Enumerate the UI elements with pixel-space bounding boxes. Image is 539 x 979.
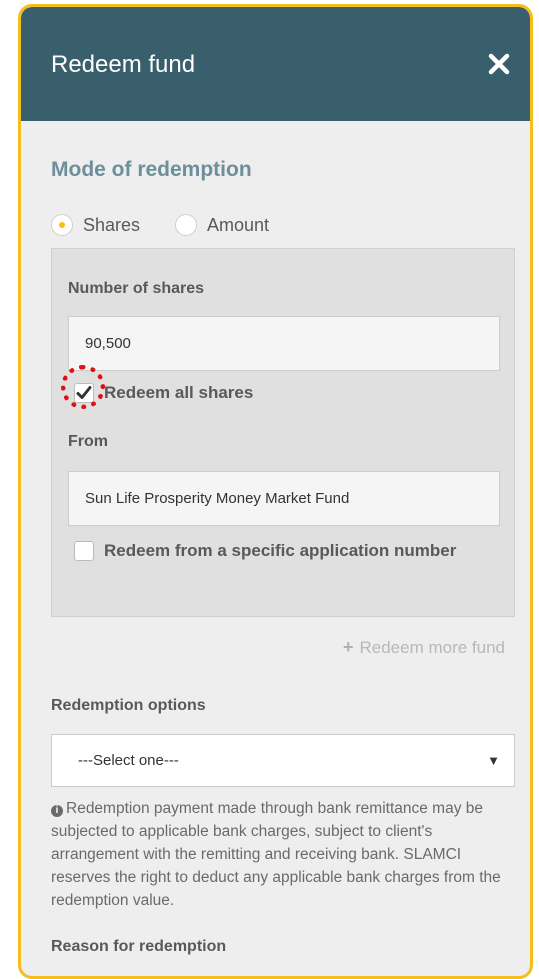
plus-icon: + (342, 637, 354, 657)
from-label: From (68, 433, 108, 450)
redemption-options-select[interactable]: ---Select one--- ▼ (51, 734, 515, 787)
redeem-specific-app-label: Redeem from a specific application numbe… (104, 541, 457, 560)
redeem-all-shares-checkbox[interactable] (74, 383, 94, 403)
redeem-more-fund-link[interactable]: + Redeem more fund (343, 637, 505, 658)
redeem-all-shares-label: Redeem all shares (104, 383, 254, 402)
radio-shares-circle[interactable] (51, 214, 73, 236)
number-of-shares-label: Number of shares (68, 280, 205, 297)
close-button[interactable] (486, 51, 512, 77)
redemption-options-value: ---Select one--- (78, 752, 179, 769)
bank-charges-note-text: Redemption payment made through bank rem… (51, 800, 501, 909)
number-of-shares-input[interactable]: 90,500 (68, 316, 500, 371)
redeem-more-fund-label: Redeem more fund (359, 637, 505, 657)
panel-header: Redeem fund (21, 7, 530, 121)
from-fund-field[interactable]: Sun Life Prosperity Money Market Fund (68, 471, 500, 526)
redemption-options-label: Redemption options (51, 697, 206, 714)
redeem-fund-panel: Redeem fund Mode of redemption Shares Am… (18, 4, 533, 979)
checkmark-icon (76, 386, 92, 399)
radio-amount-circle[interactable] (175, 214, 197, 236)
reason-for-redemption-label: Reason for redemption (51, 938, 227, 955)
mode-of-redemption-title: Mode of redemption (51, 158, 252, 181)
caret-down-icon: ▼ (487, 753, 500, 768)
radio-amount-label: Amount (207, 214, 270, 235)
radio-shares[interactable]: Shares (51, 214, 140, 236)
radio-selected-dot (59, 222, 65, 228)
shares-section: Number of shares 90,500 Redeem all share… (51, 248, 515, 617)
close-icon (488, 53, 510, 75)
radio-amount[interactable]: Amount (175, 214, 269, 236)
panel-title: Redeem fund (51, 51, 196, 78)
info-icon: i (51, 805, 63, 817)
radio-shares-label: Shares (83, 214, 141, 235)
bank-charges-note: i Redemption payment made through bank re… (51, 797, 517, 912)
